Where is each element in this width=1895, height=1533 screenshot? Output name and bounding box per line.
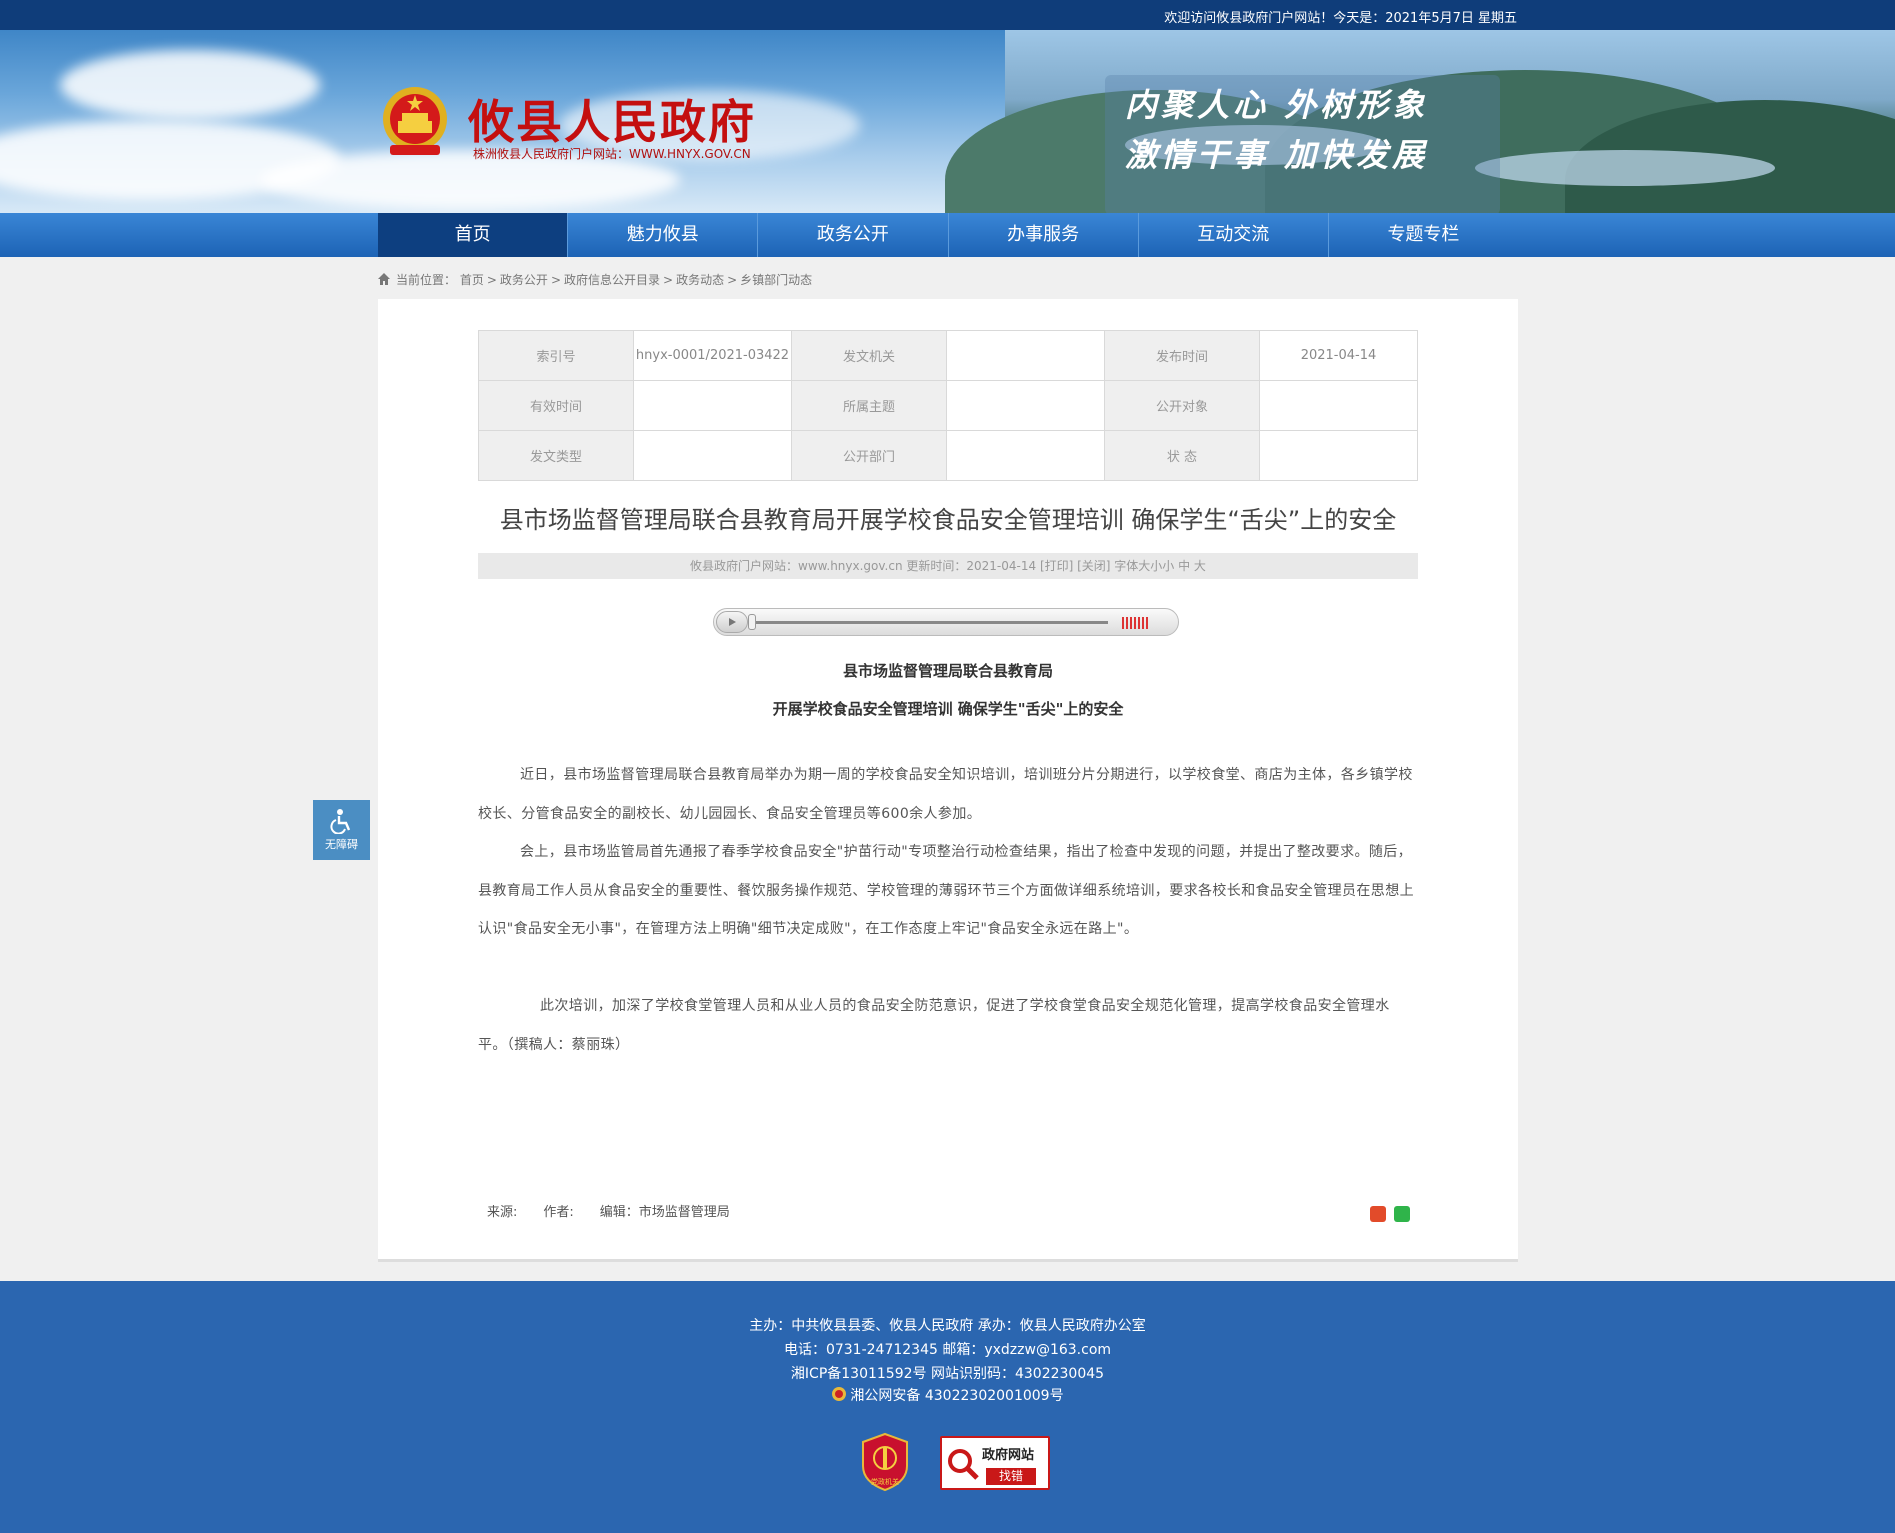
footer-police-record[interactable]: 湘公网安备 43022302001009号 [0,1385,1895,1405]
footer-contact: 电话：0731-24712345 邮箱：yxdzzw@163.com [783,1342,1112,1358]
article-paragraph: 此次培训，加深了学校食堂管理人员和从业人员的食品安全防范意识，促进了学校食堂食品… [478,998,1390,1053]
meta-key: 公开对象 [1104,380,1260,431]
table-row: 索引号 hnyx-0001/2021-03422 发文机关 发布时间 2021-… [478,330,1418,381]
badge1-label: 党政机关 [871,1477,899,1486]
meta-value: 2021-04-14 [1259,330,1418,381]
nav-item-gov-affairs[interactable]: 政务公开 [758,213,949,257]
meta-value [633,380,792,431]
meta-value [946,430,1105,481]
article-title: 县市场监督管理局联合县教育局开展学校食品安全管理培训 确保学生“舌尖”上的安全 [499,506,1397,534]
meta-value [946,380,1105,431]
meta-value [946,330,1105,381]
footer-icp[interactable]: 湘ICP备13011592号 网站识别码：4302230045 [0,1363,1895,1383]
breadcrumb-town-news[interactable]: 乡镇部门动态 [740,273,812,287]
progress-handle[interactable] [748,614,756,630]
weibo-share-icon[interactable] [1370,1206,1386,1222]
meta-value [1259,430,1418,481]
footer-sponsor: 主办：中共攸县县委、攸县人民政府 承办：攸县人民政府办公室 [749,1318,1146,1334]
meta-key: 发布时间 [1104,330,1260,381]
progress-track[interactable] [752,621,1108,624]
meta-key: 状 态 [1104,430,1260,481]
main-nav: 首页 魅力攸县 政务公开 办事服务 互动交流 专题专栏 [0,213,1895,257]
police-record-text: 湘公网安备 43022302001009号 [850,1388,1064,1404]
source-label: 来源: [487,1205,518,1220]
meta-table: 索引号 hnyx-0001/2021-03422 发文机关 发布时间 2021-… [478,330,1418,481]
meta-value [633,430,792,481]
table-row: 有效时间 所属主题 公开对象 [478,380,1418,431]
table-row: 发文类型 公开部门 状 态 [478,430,1418,481]
site-title[interactable]: 攸县人民政府 [468,86,756,152]
slogan-line-1: 内聚人心 外树形象 [1125,86,1429,124]
author-label: 作者: [543,1205,574,1220]
article-info-bar: 攸县政府门户网站：www.hnyx.gov.cn 更新时间：2021-04-14… [478,553,1418,579]
editor-label: 编辑：市场监督管理局 [599,1205,730,1220]
site-subtitle: 株洲攸县人民政府门户网站：WWW.HNYX.GOV.CN [473,147,751,161]
top-bar: 欢迎访问攸县政府门户网站！今天是：2021年5月7日 星期五 [0,0,1895,30]
header-banner: 内聚人心 外树形象 激情干事 加快发展 [0,30,1895,213]
volume-icon[interactable] [1122,617,1148,629]
play-button[interactable] [716,611,748,633]
meta-value: hnyx-0001/2021-03422 [633,330,792,381]
welcome-text: 欢迎访问攸县政府门户网站！今天是：2021年5月7日 星期五 [1164,11,1517,26]
nav-item-services[interactable]: 办事服务 [949,213,1139,257]
breadcrumb-gov-affairs[interactable]: 政务公开 [500,273,548,287]
content-shadow [378,1259,1518,1262]
audio-player [713,608,1179,636]
article-subheading-1: 县市场监督管理局联合县教育局 [842,662,1053,680]
article-footer: 来源: 作者: 编辑：市场监督管理局 [487,1201,756,1220]
breadcrumb: 当前位置： 首页 > 政务公开 > 政府信息公开目录 > 政务动态 > 乡镇部门动态 [378,271,812,288]
meta-key: 公开部门 [791,430,947,481]
nav-item-charm[interactable]: 魅力攸县 [568,213,759,257]
nav-item-topics[interactable]: 专题专栏 [1329,213,1518,257]
slogan-line-2: 激情干事 加快发展 [1125,136,1429,174]
police-badge-icon [832,1387,847,1401]
article-paragraph: 会上，县市场监管局首先通报了春季学校食品安全"护苗行动"专项整治行动检查结果，指… [478,844,1414,937]
breadcrumb-news[interactable]: 政务动态 [676,273,724,287]
nav-item-home[interactable]: 首页 [378,213,569,257]
meta-value [1259,380,1418,431]
nav-item-interaction[interactable]: 互动交流 [1139,213,1329,257]
national-emblem-icon [383,87,447,155]
magnifier-icon [948,1449,979,1480]
accessibility-label: 无障碍 [325,838,358,851]
badge2-sub: 找错 [986,1468,1036,1485]
breadcrumb-info-catalog[interactable]: 政府信息公开目录 [564,273,660,287]
article-subheading-2: 开展学校食品安全管理培训 确保学生"舌尖"上的安全 [772,700,1124,718]
meta-key: 发文类型 [478,430,634,481]
accessibility-button[interactable]: 无障碍 [313,800,370,860]
breadcrumb-label: 当前位置： [396,273,457,287]
article-paragraph: 近日，县市场监督管理局联合县教育局举办为期一周的学校食品安全知识培训，培训班分片… [478,767,1413,822]
meta-key: 有效时间 [478,380,634,431]
breadcrumb-home[interactable]: 首页 [460,273,484,287]
badge2-title: 政府网站 [982,1448,1035,1463]
meta-key: 所属主题 [791,380,947,431]
home-icon [378,273,390,285]
wheelchair-icon [329,809,350,834]
gov-site-error-report-button[interactable]: 政府网站 找错 [940,1436,1050,1490]
party-gov-badge-icon[interactable]: 党政机关 [860,1432,910,1492]
wechat-share-icon[interactable] [1394,1206,1410,1222]
meta-key: 发文机关 [791,330,947,381]
meta-key: 索引号 [478,330,634,381]
